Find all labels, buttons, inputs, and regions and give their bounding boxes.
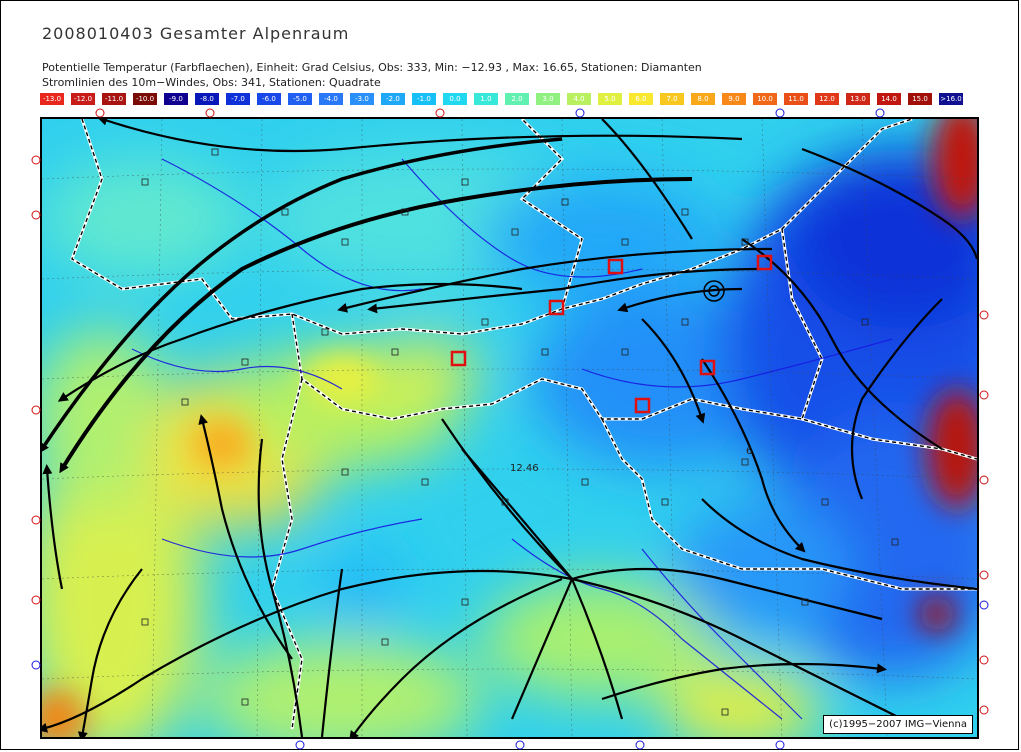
legend-swatch: -4.0	[319, 93, 343, 105]
legend-swatch: 14.0	[877, 93, 901, 105]
legend-swatch: -3.0	[350, 93, 374, 105]
legend-swatch: 9.0	[722, 93, 746, 105]
legend-swatch: 3.0	[536, 93, 560, 105]
legend-swatch: 2.0	[505, 93, 529, 105]
copyright-notice: (c)1995−2007 IMG−Vienna	[823, 715, 973, 734]
annotation-value: 12.46	[510, 463, 539, 474]
subtitle-streamlines: Stromlinien des 10m−Windes, Obs: 341, St…	[42, 76, 381, 89]
legend-swatch: 5.0	[598, 93, 622, 105]
legend-swatch: -12.0	[71, 93, 95, 105]
map-area: 12.46 6 (c)1995−2007 IMG−Vienna	[40, 117, 979, 739]
legend-swatch: -11.0	[102, 93, 126, 105]
legend-swatch: 12.0	[815, 93, 839, 105]
legend-swatch: 11.0	[784, 93, 808, 105]
legend-swatch: -2.0	[381, 93, 405, 105]
legend-swatch: 7.0	[660, 93, 684, 105]
legend-swatch: -5.0	[288, 93, 312, 105]
legend-swatch: 8.0	[691, 93, 715, 105]
map-canvas: 12.46 6	[42, 119, 977, 737]
legend-swatch: -6.0	[257, 93, 281, 105]
legend-swatch: 4.0	[567, 93, 591, 105]
legend-swatch: 1.0	[474, 93, 498, 105]
annotation-value-2: 6	[746, 446, 752, 457]
legend-swatch: -7.0	[226, 93, 250, 105]
legend-swatch: >16.0	[939, 93, 963, 105]
legend-swatch: 10.0	[753, 93, 777, 105]
legend-swatch: -8.0	[195, 93, 219, 105]
legend-swatch: 13.0	[846, 93, 870, 105]
legend-swatch: -10.0	[133, 93, 157, 105]
legend-swatch: 15.0	[908, 93, 932, 105]
legend-swatch: -13.0	[40, 93, 64, 105]
subtitle-temperature: Potentielle Temperatur (Farbflaechen), E…	[42, 61, 702, 74]
legend-swatch: 6.0	[629, 93, 653, 105]
legend-swatch: 0.0	[443, 93, 467, 105]
legend-swatch: -9.0	[164, 93, 188, 105]
legend-swatch: -1.0	[412, 93, 436, 105]
page-title: 2008010403 Gesamter Alpenraum	[42, 24, 350, 43]
